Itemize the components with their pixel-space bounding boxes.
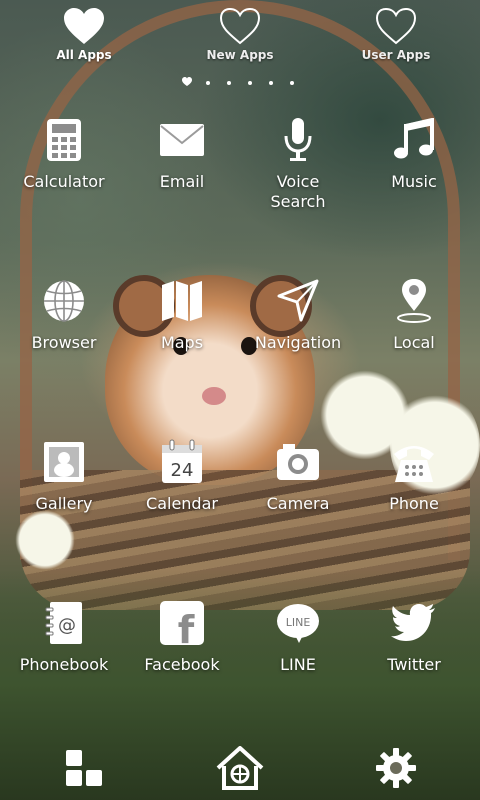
phonebook-at-symbol: @	[58, 615, 76, 636]
page-indicator-dot[interactable]	[206, 81, 210, 85]
heart-outline-icon	[375, 7, 417, 45]
photo-frame-icon	[44, 442, 84, 482]
app-browser[interactable]: Browser	[6, 273, 122, 383]
heart-filled-icon	[64, 8, 104, 44]
calendar-icon: 24	[162, 439, 202, 483]
app-label: Phonebook	[19, 655, 109, 674]
app-label: Calculator	[23, 172, 105, 191]
tab-label: All Apps	[56, 48, 112, 62]
app-line[interactable]: LINE LINE	[240, 595, 356, 705]
tab-label: New Apps	[206, 48, 274, 62]
twitter-bird-icon	[391, 604, 435, 641]
home-button[interactable]	[210, 740, 270, 796]
apps-grid-button[interactable]	[54, 740, 114, 796]
app-label: Email	[159, 172, 205, 191]
page-indicator-dot[interactable]	[290, 81, 294, 85]
app-voice-search[interactable]: Voice Search	[240, 112, 356, 222]
globe-icon	[44, 280, 84, 322]
app-label: LINE	[280, 655, 316, 674]
app-email[interactable]: Email	[124, 112, 240, 222]
tab-label: User Apps	[361, 48, 431, 62]
settings-button[interactable]	[366, 740, 426, 796]
apps-grid-icon	[66, 748, 104, 786]
telephone-icon	[394, 446, 434, 482]
app-gallery[interactable]: Gallery	[6, 434, 122, 544]
app-camera[interactable]: Camera	[240, 434, 356, 544]
app-calendar[interactable]: 24 Calendar	[124, 434, 240, 544]
settings-gear-icon	[376, 748, 416, 788]
app-label: Local	[393, 333, 435, 352]
microphone-icon	[284, 118, 312, 161]
app-label: Music	[391, 172, 437, 191]
home-icon	[216, 746, 264, 790]
app-maps[interactable]: Maps	[124, 273, 240, 383]
tab-all-apps[interactable]: All Apps	[24, 6, 144, 62]
page-indicator	[180, 77, 300, 89]
app-music[interactable]: Music	[356, 112, 472, 222]
hamster-nose	[202, 387, 226, 405]
app-label: Phone	[389, 494, 439, 513]
tab-new-apps[interactable]: New Apps	[180, 6, 300, 62]
address-book-icon: @	[45, 602, 82, 644]
app-label: Voice Search	[270, 172, 326, 211]
facebook-f-letter: f	[178, 608, 195, 645]
location-pin-icon	[397, 279, 431, 323]
calendar-day-text: 24	[171, 460, 194, 481]
app-phone[interactable]: Phone	[356, 434, 472, 544]
app-drawer-tabs: All Apps New Apps User Apps	[0, 0, 480, 80]
app-calculator[interactable]: Calculator	[6, 112, 122, 222]
page-indicator-current-heart-icon	[182, 77, 192, 86]
app-label: Twitter	[387, 655, 441, 674]
heart-outline-icon	[219, 7, 261, 45]
map-icon	[162, 281, 202, 321]
line-icon: LINE	[277, 604, 319, 643]
app-facebook[interactable]: f Facebook	[124, 595, 240, 705]
app-navigation[interactable]: Navigation	[240, 273, 356, 383]
app-twitter[interactable]: Twitter	[356, 595, 472, 705]
app-label: Facebook	[144, 655, 220, 674]
line-logo-text: LINE	[286, 616, 311, 629]
page-indicator-dot[interactable]	[227, 81, 231, 85]
app-label: Camera	[266, 494, 330, 513]
app-local[interactable]: Local	[356, 273, 472, 383]
envelope-icon	[160, 124, 204, 156]
tab-user-apps[interactable]: User Apps	[336, 6, 456, 62]
page-indicator-dot[interactable]	[248, 81, 252, 85]
app-label: Gallery	[35, 494, 93, 513]
app-label: Maps	[160, 333, 204, 352]
page-indicator-dot[interactable]	[269, 81, 273, 85]
app-label: Browser	[31, 333, 97, 352]
facebook-icon: f	[160, 601, 204, 645]
calculator-icon	[47, 119, 81, 161]
navigation-arrow-icon	[277, 279, 319, 322]
app-label: Navigation	[254, 333, 342, 352]
app-phonebook[interactable]: @ Phonebook	[6, 595, 122, 705]
music-note-icon	[394, 118, 434, 159]
dock	[0, 740, 480, 800]
app-label: Calendar	[146, 494, 218, 513]
camera-icon	[277, 444, 319, 480]
